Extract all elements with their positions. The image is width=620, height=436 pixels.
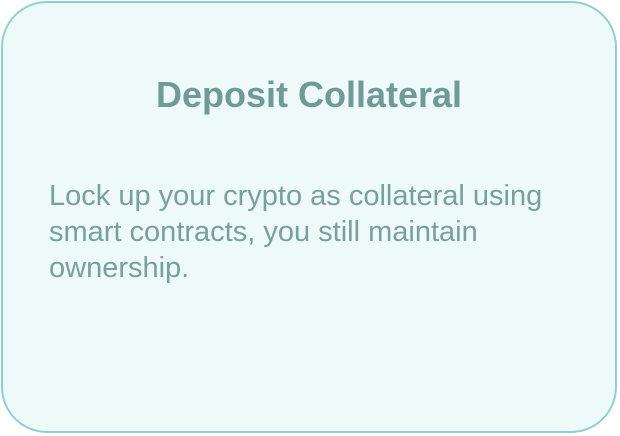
- card-description: Lock up your crypto as collateral using …: [49, 180, 543, 284]
- deposit-collateral-card: Deposit Collateral Lock up your crypto a…: [1, 1, 617, 433]
- card-title: Deposit Collateral: [155, 74, 463, 115]
